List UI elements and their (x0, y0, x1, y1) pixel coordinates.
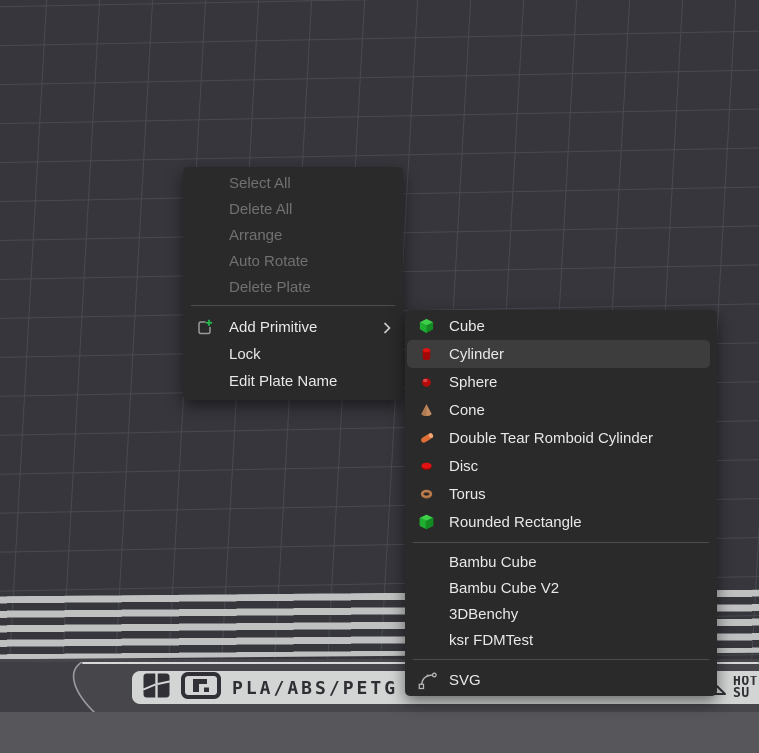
plate-corner-notch (0, 662, 150, 714)
menu-item-label: Cube (449, 318, 485, 335)
submenu-separator-svg (413, 659, 709, 660)
sphere-icon (418, 374, 435, 391)
floor-background (0, 712, 759, 753)
menu-item-label: Delete Plate (229, 279, 311, 296)
rounded-rectangle-icon (418, 514, 435, 531)
plate-type-icon (181, 672, 221, 704)
context-menu-item-add-primitive[interactable]: Add Primitive (183, 314, 403, 341)
menu-item-label: Double Tear Romboid Cylinder (449, 430, 653, 447)
submenu-item-sphere[interactable]: Sphere (407, 368, 710, 396)
menu-item-label: Bambu Cube (449, 554, 537, 571)
bezier-curve-icon (418, 670, 438, 690)
submenu-item-cylinder[interactable]: Cylinder (407, 340, 710, 368)
add-primitive-submenu: Cube Cylinder Sphere Cone Double Tear Romboi… (405, 310, 717, 696)
context-menu-item-select-all: Select All (183, 170, 403, 196)
menu-item-label: Cone (449, 402, 485, 419)
menu-item-label: Disc (449, 458, 478, 475)
submenu-item-svg[interactable]: SVG (407, 666, 710, 694)
chevron-right-icon (383, 322, 391, 334)
romboid-cylinder-icon (418, 429, 436, 447)
submenu-item-cone[interactable]: Cone (407, 396, 710, 424)
submenu-item-bambu-cube-v2[interactable]: Bambu Cube V2 (407, 575, 710, 601)
submenu-item-rounded-rectangle[interactable]: Rounded Rectangle (407, 508, 710, 536)
bambu-logo-icon (143, 673, 170, 703)
menu-item-label: Rounded Rectangle (449, 514, 582, 531)
menu-item-label: ksr FDMTest (449, 632, 533, 649)
menu-item-label: Bambu Cube V2 (449, 580, 559, 597)
context-menu-item-edit-plate-name[interactable]: Edit Plate Name (183, 368, 403, 395)
menu-item-label: Sphere (449, 374, 497, 391)
menu-item-label: 3DBenchy (449, 606, 518, 623)
submenu-item-bambu-cube[interactable]: Bambu Cube (407, 549, 710, 575)
submenu-separator-models (413, 542, 709, 543)
context-menu-item-arrange: Arrange (183, 222, 403, 248)
menu-item-label: Arrange (229, 227, 282, 244)
menu-item-label: Cylinder (449, 346, 504, 363)
menu-item-label: Add Primitive (229, 319, 317, 336)
menu-item-label: Select All (229, 175, 291, 192)
submenu-item-disc[interactable]: Disc (407, 452, 710, 480)
submenu-item-double-tear-romboid-cylinder[interactable]: Double Tear Romboid Cylinder (407, 424, 710, 452)
submenu-item-cube[interactable]: Cube (407, 312, 710, 340)
submenu-item-ksr-fdmtest[interactable]: ksr FDMTest (407, 627, 710, 653)
submenu-item-3dbenchy[interactable]: 3DBenchy (407, 601, 710, 627)
add-primitive-icon (195, 318, 214, 337)
menu-item-label: SVG (449, 672, 481, 689)
context-menu-item-delete-all: Delete All (183, 196, 403, 222)
menu-item-label: Auto Rotate (229, 253, 308, 270)
submenu-item-torus[interactable]: Torus (407, 480, 710, 508)
menu-item-label: Delete All (229, 201, 292, 218)
cube-icon (418, 318, 435, 335)
viewport: PLA/ABS/PETG HOT SU Select All Delete All… (0, 0, 759, 753)
plate-context-menu: Select All Delete All Arrange Auto Rotate De… (183, 167, 403, 400)
torus-icon (418, 486, 435, 503)
context-menu-item-lock[interactable]: Lock (183, 341, 403, 368)
menu-item-label: Lock (229, 346, 261, 363)
cone-icon (418, 402, 435, 419)
menu-item-label: Edit Plate Name (229, 373, 337, 390)
cylinder-icon (418, 346, 435, 363)
context-menu-item-auto-rotate: Auto Rotate (183, 248, 403, 274)
context-menu-separator (191, 305, 395, 306)
menu-item-label: Torus (449, 486, 486, 503)
context-menu-item-delete-plate: Delete Plate (183, 274, 403, 300)
disc-icon (418, 458, 435, 475)
plate-material-label: PLA/ABS/PETG (232, 677, 398, 699)
hot-surface-text: HOT SU (733, 676, 759, 700)
